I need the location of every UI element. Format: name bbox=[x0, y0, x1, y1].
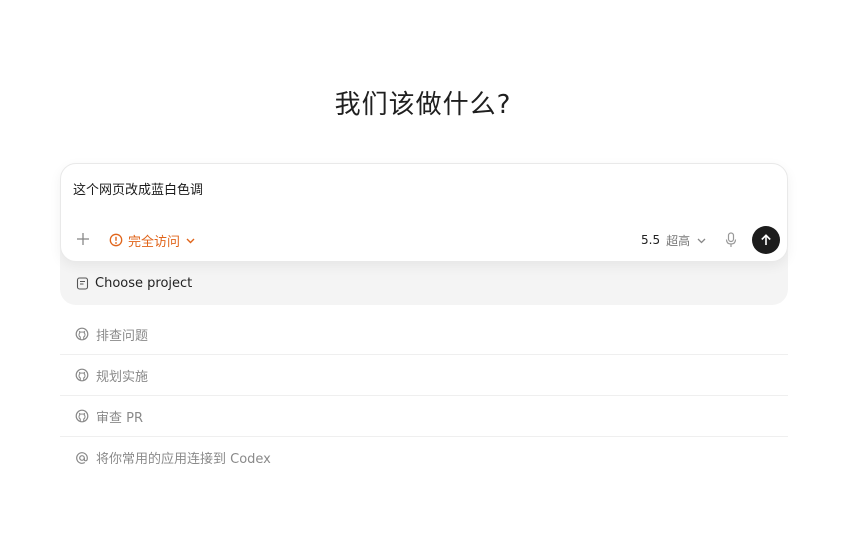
composer: 这个网页改成蓝白色调 完全访问 5.5 超高 bbox=[60, 163, 788, 262]
suggestion-item[interactable]: 规划实施 bbox=[60, 355, 788, 396]
chevron-down-icon bbox=[696, 235, 707, 246]
model-selector[interactable]: 5.5 超高 bbox=[641, 231, 707, 249]
suggestion-label: 规划实施 bbox=[96, 369, 149, 385]
choose-project-button[interactable]: Choose project bbox=[76, 273, 192, 293]
suggestion-label: 将你常用的应用连接到 Codex bbox=[96, 452, 271, 467]
send-button[interactable] bbox=[752, 226, 780, 254]
suggestion-item[interactable]: 排查问题 bbox=[60, 314, 788, 355]
microphone-button[interactable] bbox=[724, 232, 738, 248]
chevron-down-icon bbox=[185, 235, 196, 246]
github-icon bbox=[75, 327, 89, 341]
suggestion-label: 排查问题 bbox=[96, 328, 149, 344]
add-attachment-button[interactable] bbox=[75, 231, 91, 247]
project-icon bbox=[76, 276, 89, 290]
access-mode-button[interactable]: 完全访问 bbox=[109, 231, 196, 250]
github-icon bbox=[75, 368, 89, 382]
prompt-input[interactable]: 这个网页改成蓝白色调 bbox=[73, 179, 203, 198]
plus-icon bbox=[75, 231, 91, 247]
suggestion-label: 审查 PR bbox=[96, 410, 144, 426]
model-version: 5.5 bbox=[641, 233, 661, 247]
at-icon bbox=[75, 451, 89, 465]
model-effort: 超高 bbox=[666, 233, 691, 248]
github-icon bbox=[75, 409, 89, 423]
suggestion-list: 排查问题 规划实施 审查 PR 将你常用的应用连接到 Codex bbox=[60, 314, 788, 478]
suggestion-item[interactable]: 审查 PR bbox=[60, 396, 788, 437]
page: 我们该做什么? Choose project 这个网页改成蓝白色调 完全访问 5… bbox=[0, 0, 846, 551]
suggestion-item[interactable]: 将你常用的应用连接到 Codex bbox=[60, 437, 788, 478]
warning-icon bbox=[109, 233, 123, 247]
microphone-icon bbox=[724, 232, 738, 248]
access-mode-label: 完全访问 bbox=[128, 234, 181, 250]
choose-project-label: Choose project bbox=[95, 275, 193, 291]
arrow-up-icon bbox=[759, 233, 773, 247]
page-title: 我们该做什么? bbox=[334, 90, 512, 120]
